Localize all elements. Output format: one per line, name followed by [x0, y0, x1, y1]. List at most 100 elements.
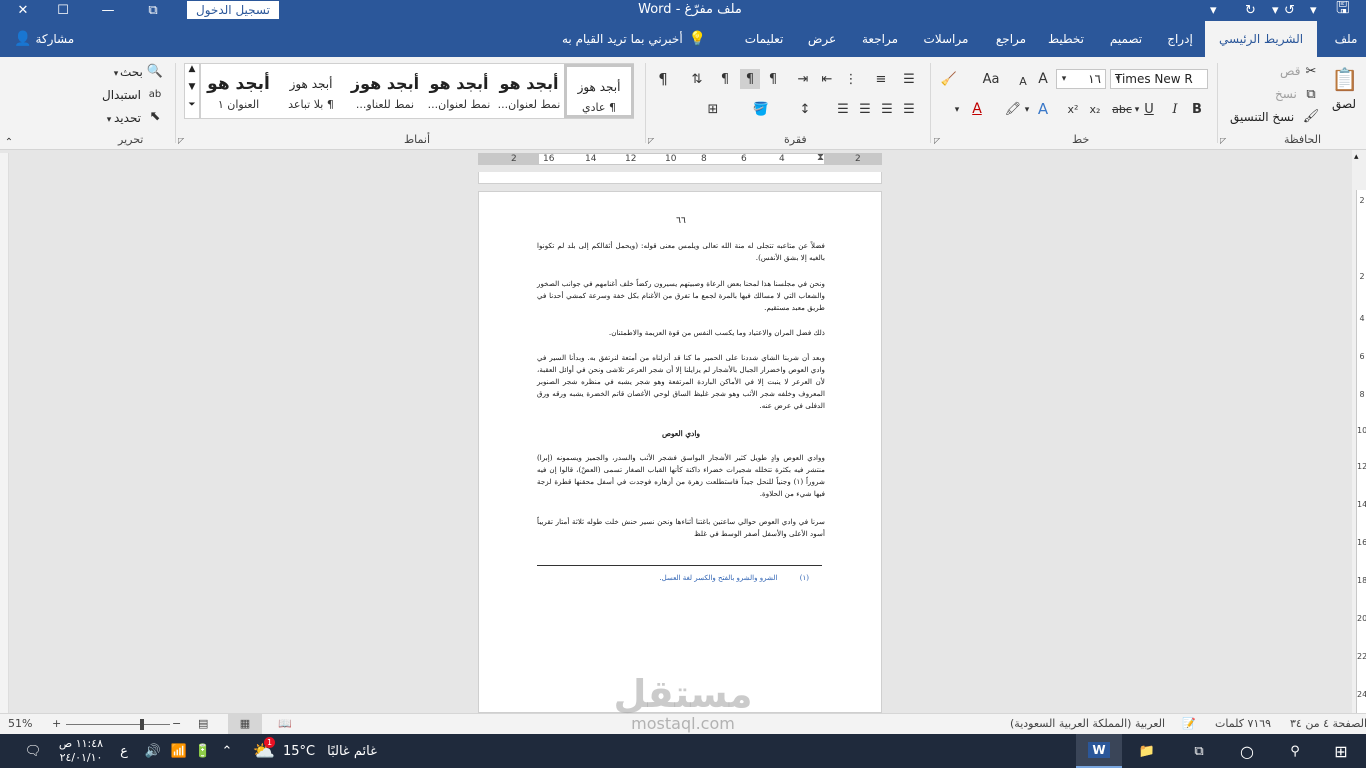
proofing-icon[interactable]: 📝: [1182, 717, 1196, 730]
style-normal[interactable]: أبجد هوز ¶ عادي: [564, 64, 634, 118]
format-painter-button[interactable]: نسخ التنسيق: [1230, 110, 1294, 124]
tab-review[interactable]: مراجعة: [852, 21, 908, 57]
collapse-ribbon-icon[interactable]: ⌃: [0, 133, 18, 151]
shrink-font-icon[interactable]: A: [1014, 72, 1032, 90]
zoom-level[interactable]: 51%: [8, 717, 32, 730]
vertical-ruler[interactable]: 2 2 4 6 8 10 12 14 16 18 20 22 24: [1356, 190, 1366, 713]
sign-in-button[interactable]: تسجيل الدخول: [187, 1, 279, 19]
tell-me-box[interactable]: 💡 أخبرني بما تريد القيام به: [562, 21, 706, 57]
qat-customize-icon[interactable]: ▾: [1210, 0, 1217, 21]
cortana-icon[interactable]: ○: [1224, 734, 1270, 768]
bold-button[interactable]: B: [1188, 100, 1206, 118]
paragraph[interactable]: ذلك فضل المران والاعتياد وما يكسب النفس …: [537, 327, 825, 339]
tab-insert[interactable]: إدراج: [1158, 21, 1202, 57]
change-case-icon[interactable]: Aa: [980, 70, 1002, 88]
bullets-icon[interactable]: ☰: [900, 70, 918, 88]
quick-access-dropdown-icon[interactable]: ▾: [1310, 0, 1317, 21]
show-hidden-icons-icon[interactable]: ⌃: [216, 734, 238, 768]
format-painter-icon[interactable]: 🖌: [1302, 107, 1320, 125]
wifi-icon[interactable]: 📶: [168, 734, 190, 768]
copy-button[interactable]: نسخ: [1275, 87, 1297, 101]
weather-status[interactable]: غائم غالبًا: [322, 734, 382, 768]
footnote[interactable]: (١) الشرو والشرو بالفتح والكسر لغة العسل…: [537, 574, 809, 582]
tab-home[interactable]: الشريط الرئيسي: [1205, 21, 1317, 57]
print-layout-icon[interactable]: ▦: [228, 714, 262, 734]
ribbon-display-options-button[interactable]: ⧉: [130, 0, 176, 21]
paragraph[interactable]: فضلاً عن متاعبه تتجلى له منة الله تعالى …: [537, 240, 825, 264]
select-dropdown-icon[interactable]: ▾: [100, 111, 118, 129]
decrease-indent-icon[interactable]: ⇤: [818, 70, 836, 88]
style-heading-a[interactable]: أبجد هو نمط لعنوان...: [494, 64, 564, 118]
tab-mailings[interactable]: مراسلات: [912, 21, 980, 57]
styles-dialog-launcher-icon[interactable]: ◸: [178, 136, 184, 145]
align-left-icon[interactable]: ☰: [856, 100, 874, 118]
rtl-direction-icon[interactable]: ¶: [740, 69, 760, 89]
text-effects-icon[interactable]: A: [1034, 100, 1052, 118]
style-heading-b[interactable]: أبجد هو نمط لعنوان...: [424, 64, 494, 118]
read-mode-icon[interactable]: 📖: [278, 717, 292, 730]
word-taskbar-icon[interactable]: W: [1076, 734, 1122, 768]
tab-view[interactable]: عرض: [800, 21, 844, 57]
tab-help[interactable]: تعليمات: [736, 21, 792, 57]
subscript-button[interactable]: x₂: [1086, 100, 1104, 118]
task-view-icon[interactable]: ⧉: [1176, 734, 1222, 768]
undo-dropdown-icon[interactable]: ▾: [1272, 0, 1279, 21]
zoom-in-button[interactable]: +: [52, 717, 61, 730]
numbering-icon[interactable]: ≡: [872, 70, 890, 88]
justify-icon[interactable]: ☰: [834, 100, 852, 118]
clear-formatting-icon[interactable]: 🧹: [940, 70, 958, 88]
style-heading-c[interactable]: أبجد هوز نمط للعناو...: [346, 64, 424, 118]
document-page[interactable]: ٦٦ فضلاً عن متاعبه تتجلى له منة الله تعا…: [478, 191, 882, 713]
scroll-up-icon[interactable]: ▴: [1354, 152, 1359, 162]
scissors-icon[interactable]: ✂: [1302, 62, 1320, 80]
horizontal-ruler[interactable]: 2 4 6 8 10 12 14 16 2 ⧗: [478, 152, 882, 165]
paragraph[interactable]: سرنا في وادي العوص حوالي ساعتين باغتنا أ…: [537, 516, 825, 540]
increase-indent-icon[interactable]: ⇥: [794, 70, 812, 88]
tab-layout[interactable]: تخطيط: [1040, 21, 1092, 57]
start-button-icon[interactable]: ⊞: [1318, 734, 1364, 768]
language-status[interactable]: العربية (المملكة العربية السعودية): [1010, 717, 1165, 730]
ltr-direction-icon[interactable]: ¶: [764, 70, 782, 88]
grow-font-icon[interactable]: A: [1034, 70, 1052, 88]
zoom-out-button[interactable]: −: [172, 717, 181, 730]
notifications-icon[interactable]: 🗨: [18, 734, 48, 768]
input-language[interactable]: ع: [114, 734, 134, 768]
font-color-icon[interactable]: A: [968, 100, 986, 118]
borders-icon[interactable]: ⊞: [704, 100, 722, 118]
replace-button[interactable]: استبدال: [102, 88, 141, 102]
clipboard-dialog-launcher-icon[interactable]: ◸: [1220, 136, 1226, 145]
ltr-paragraph-icon[interactable]: ¶: [716, 70, 734, 88]
tab-design[interactable]: تصميم: [1100, 21, 1152, 57]
maximize-button[interactable]: ☐: [40, 0, 86, 21]
font-size-dropdown-icon[interactable]: ▾: [1058, 70, 1070, 88]
styles-more-icon[interactable]: ⏷: [185, 100, 199, 118]
battery-icon[interactable]: 🔋: [192, 734, 214, 768]
select-cursor-icon[interactable]: ⬉: [146, 107, 164, 125]
font-name-combo[interactable]: Times New R: [1110, 69, 1208, 89]
copy-icon[interactable]: ⧉: [1302, 85, 1320, 103]
find-dropdown-icon[interactable]: ▾: [107, 65, 125, 83]
paragraph[interactable]: وبعد أن شربنا الشاي شددنا على الحمير ما …: [537, 352, 825, 412]
cut-button[interactable]: قص: [1280, 64, 1300, 78]
paragraph[interactable]: ونحن في مجلسنا هذا لمحنا بعض الرعاة وصبي…: [537, 278, 825, 314]
section-heading[interactable]: وادي العوص: [537, 429, 825, 438]
undo-icon[interactable]: ↺: [1284, 0, 1295, 21]
paragraph[interactable]: ووادي العوص وادٍ طويل كثير الأشجار البوا…: [537, 452, 825, 500]
font-name-dropdown-icon[interactable]: ▾: [1112, 70, 1124, 88]
temperature[interactable]: 15°C: [280, 734, 318, 768]
align-center-icon[interactable]: ☰: [878, 100, 896, 118]
select-button[interactable]: تحديد: [114, 111, 141, 125]
page-count[interactable]: الصفحة ٤ من ٣٤: [1290, 717, 1366, 730]
zoom-slider[interactable]: [66, 724, 170, 725]
align-right-icon[interactable]: ☰: [900, 100, 918, 118]
styles-up-icon[interactable]: ▲: [185, 64, 199, 82]
italic-button[interactable]: I: [1166, 100, 1184, 118]
web-layout-icon[interactable]: ▤: [198, 717, 208, 730]
font-color-dropdown-icon[interactable]: ▾: [948, 101, 966, 119]
minimize-button[interactable]: —: [85, 0, 131, 21]
redo-icon[interactable]: ↻: [1245, 0, 1256, 21]
clock[interactable]: ١١:٤٨ ص ٢٤/٠١/١٠: [56, 734, 106, 768]
style-heading-1[interactable]: أبجد هو العنوان ١: [201, 64, 276, 118]
paste-button[interactable]: لصق: [1332, 97, 1356, 111]
search-taskbar-icon[interactable]: ⚲: [1272, 734, 1318, 768]
